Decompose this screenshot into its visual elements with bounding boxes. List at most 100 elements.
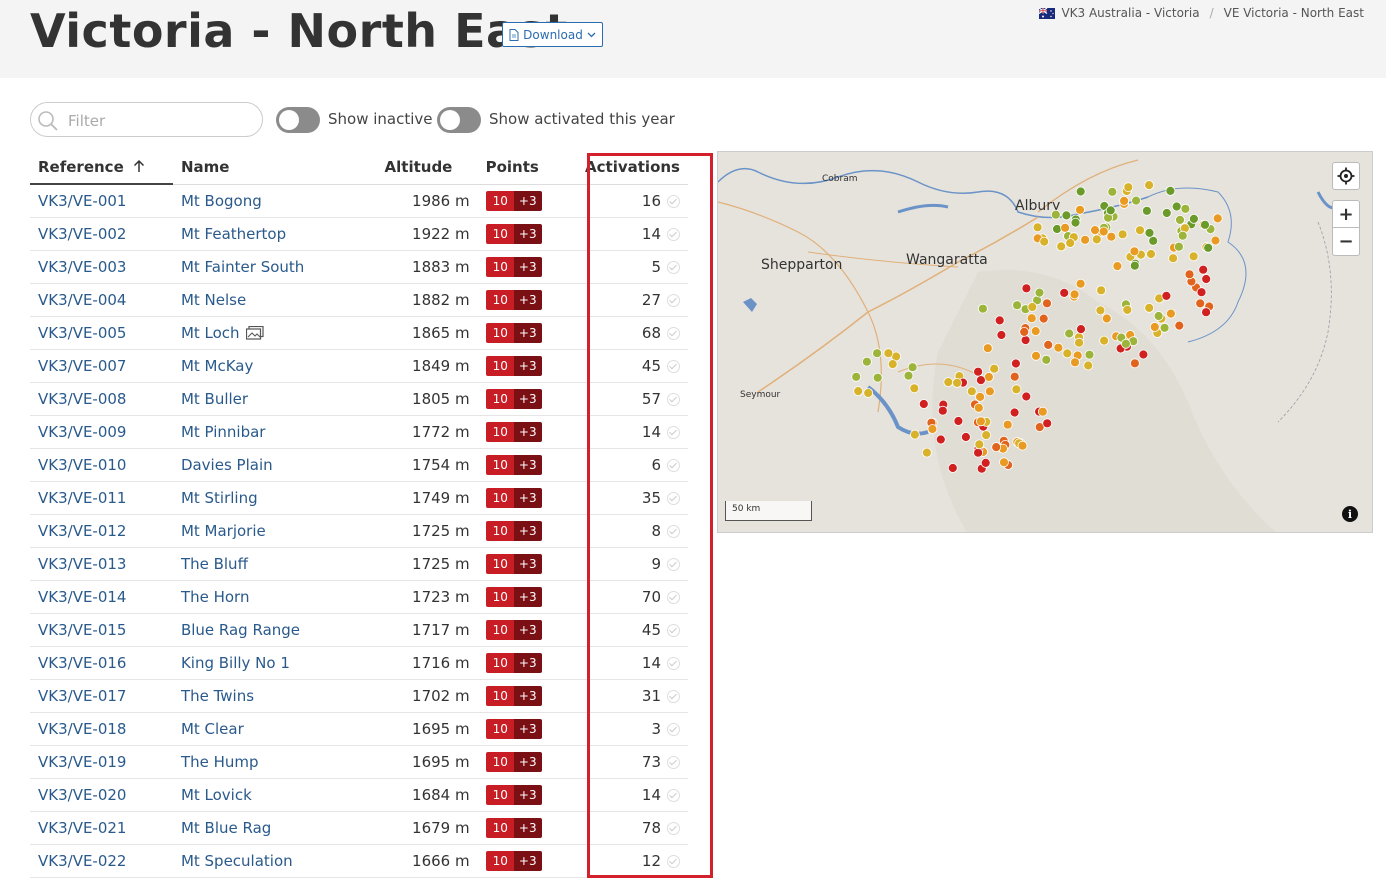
- summit-name-link[interactable]: Mt Buller: [181, 390, 248, 408]
- show-inactive-toggle[interactable]: [276, 107, 320, 133]
- summit-marker[interactable]: [1070, 357, 1080, 368]
- summit-marker[interactable]: [1149, 322, 1160, 332]
- download-button[interactable]: Download: [502, 22, 603, 47]
- info-icon[interactable]: i: [1342, 506, 1358, 522]
- summit-marker[interactable]: [953, 416, 964, 426]
- summit-name-link[interactable]: The Horn: [181, 588, 250, 606]
- summit-marker[interactable]: [1031, 350, 1041, 361]
- column-header-reference[interactable]: Reference: [30, 150, 173, 185]
- summit-name-link[interactable]: Blue Rag Range: [181, 621, 300, 639]
- summit-marker[interactable]: [872, 348, 883, 359]
- summit-marker[interactable]: [977, 303, 988, 314]
- summit-marker[interactable]: [973, 447, 984, 458]
- summit-name-link[interactable]: Mt Pinnibar: [181, 423, 266, 441]
- summit-marker[interactable]: [1168, 253, 1179, 264]
- summit-marker[interactable]: [973, 366, 984, 377]
- summit-marker[interactable]: [1203, 242, 1214, 253]
- summit-marker[interactable]: [1084, 349, 1095, 360]
- show-activated-toggle[interactable]: [437, 107, 481, 133]
- summit-marker[interactable]: [1021, 283, 1032, 294]
- summit-marker[interactable]: [1144, 180, 1155, 190]
- filter-box[interactable]: [30, 102, 263, 137]
- summit-name-link[interactable]: Mt Lovick: [181, 786, 252, 804]
- summit-marker[interactable]: [1050, 209, 1061, 220]
- summit-marker[interactable]: [1120, 338, 1131, 349]
- filter-input[interactable]: [66, 109, 250, 133]
- summit-marker[interactable]: [907, 362, 918, 373]
- summit-marker[interactable]: [1201, 307, 1212, 318]
- summit-marker[interactable]: [1188, 214, 1199, 224]
- summit-marker[interactable]: [1065, 238, 1076, 248]
- summit-marker[interactable]: [947, 463, 958, 473]
- summit-marker[interactable]: [1195, 298, 1206, 309]
- check-circle-icon[interactable]: [667, 194, 680, 208]
- zoom-in-button[interactable]: +: [1332, 200, 1360, 228]
- summit-name-link[interactable]: Mt Fainter South: [181, 258, 304, 276]
- summit-marker[interactable]: [1119, 196, 1130, 206]
- summit-marker[interactable]: [1042, 418, 1053, 429]
- summit-marker[interactable]: [1075, 278, 1086, 289]
- summit-marker[interactable]: [883, 348, 894, 359]
- summit-marker[interactable]: [994, 315, 1005, 326]
- summit-marker[interactable]: [1041, 354, 1052, 365]
- summit-marker[interactable]: [1165, 186, 1176, 196]
- summit-marker[interactable]: [1076, 324, 1086, 335]
- summit-marker[interactable]: [909, 429, 920, 440]
- summit-name-link[interactable]: Mt Clear: [181, 720, 244, 738]
- check-circle-icon[interactable]: [667, 755, 680, 769]
- summit-marker[interactable]: [1196, 287, 1207, 298]
- summit-marker[interactable]: [1180, 203, 1191, 214]
- summit-marker[interactable]: [1096, 285, 1107, 296]
- summit-marker[interactable]: [1123, 182, 1134, 193]
- summit-marker[interactable]: [903, 370, 914, 381]
- summit-reference-link[interactable]: VK3/VE-001: [38, 192, 126, 210]
- summit-reference-link[interactable]: VK3/VE-020: [38, 786, 126, 804]
- summit-reference-link[interactable]: VK3/VE-010: [38, 456, 126, 474]
- summit-marker[interactable]: [1060, 222, 1071, 233]
- check-circle-icon[interactable]: [667, 227, 680, 241]
- summit-marker[interactable]: [1200, 219, 1210, 230]
- summit-marker[interactable]: [1161, 208, 1172, 218]
- summit-marker[interactable]: [1010, 358, 1021, 369]
- check-circle-icon[interactable]: [667, 260, 680, 274]
- summit-reference-link[interactable]: VK3/VE-003: [38, 258, 126, 276]
- summit-reference-link[interactable]: VK3/VE-022: [38, 852, 126, 870]
- summit-marker[interactable]: [909, 383, 920, 394]
- summit-name-link[interactable]: Mt Loch: [181, 324, 240, 342]
- summit-name-link[interactable]: The Twins: [181, 687, 254, 705]
- summit-marker[interactable]: [960, 432, 971, 442]
- column-header-activations[interactable]: Activations: [579, 150, 688, 185]
- summit-marker[interactable]: [1188, 251, 1199, 262]
- summit-marker[interactable]: [1146, 249, 1156, 259]
- summit-marker[interactable]: [927, 424, 938, 434]
- summit-marker[interactable]: [1034, 287, 1045, 298]
- summit-reference-link[interactable]: VK3/VE-005: [38, 324, 126, 342]
- summit-reference-link[interactable]: VK3/VE-009: [38, 423, 126, 441]
- summit-marker[interactable]: [1159, 322, 1170, 333]
- summit-marker[interactable]: [1011, 384, 1022, 395]
- summit-marker[interactable]: [1144, 302, 1155, 313]
- summit-marker[interactable]: [1161, 290, 1172, 301]
- summit-marker[interactable]: [1101, 313, 1112, 324]
- summit-reference-link[interactable]: VK3/VE-018: [38, 720, 126, 738]
- summit-marker[interactable]: [1210, 235, 1221, 246]
- summit-marker[interactable]: [1020, 335, 1031, 346]
- summit-marker[interactable]: [1032, 222, 1043, 233]
- summit-marker[interactable]: [1002, 419, 1013, 430]
- map[interactable]: Cobram Albury Shepparton Wangaratta Seym…: [717, 151, 1373, 533]
- summit-marker[interactable]: [1080, 234, 1091, 245]
- summit-marker[interactable]: [981, 430, 992, 441]
- summit-reference-link[interactable]: VK3/VE-017: [38, 687, 126, 705]
- summit-marker[interactable]: [1027, 302, 1038, 312]
- check-circle-icon[interactable]: [667, 854, 680, 868]
- column-header-name[interactable]: Name: [172, 150, 377, 185]
- summit-name-link[interactable]: Mt Bogong: [181, 192, 262, 210]
- summit-reference-link[interactable]: VK3/VE-014: [38, 588, 126, 606]
- summit-marker[interactable]: [1083, 360, 1094, 371]
- check-circle-icon[interactable]: [667, 326, 680, 340]
- summit-marker[interactable]: [984, 386, 995, 397]
- check-circle-icon[interactable]: [667, 359, 680, 373]
- summit-reference-link[interactable]: VK3/VE-012: [38, 522, 126, 540]
- check-circle-icon[interactable]: [667, 293, 680, 307]
- summit-reference-link[interactable]: VK3/VE-013: [38, 555, 126, 573]
